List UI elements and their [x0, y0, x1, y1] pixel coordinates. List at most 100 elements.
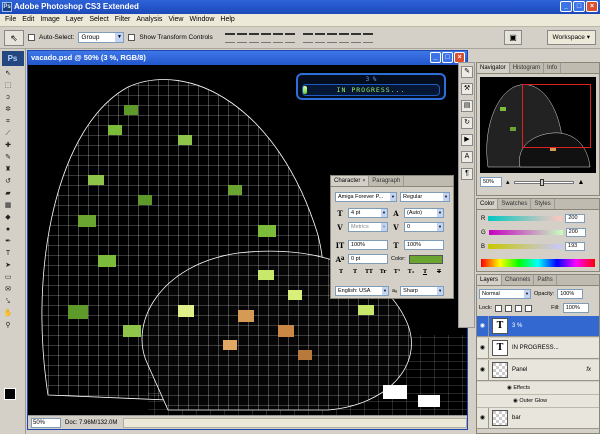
kerning-select[interactable]: Metrics ▼ — [348, 222, 388, 232]
pen-tool-icon[interactable]: ✒ — [2, 237, 14, 247]
menu-filter[interactable]: Filter — [112, 14, 134, 26]
zoom-field[interactable]: 50% — [31, 417, 61, 428]
tab-styles[interactable]: Styles — [531, 199, 555, 209]
fx-icon[interactable]: fx — [586, 367, 591, 373]
navigator-zoom-knob[interactable] — [539, 178, 544, 186]
move-tool-icon[interactable]: ⇖ — [2, 69, 14, 79]
layer-row-bar[interactable]: ◉ bar — [477, 408, 599, 429]
tab-histogram[interactable]: Histogram — [510, 63, 545, 73]
eye-icon[interactable]: ◉ — [477, 316, 489, 336]
close-button[interactable]: × — [586, 1, 598, 12]
underline-button[interactable]: T — [419, 268, 431, 277]
lock-position-icon[interactable] — [515, 304, 523, 312]
minimize-button[interactable]: _ — [560, 1, 572, 12]
small-caps-button[interactable]: Tr — [377, 268, 389, 277]
faux-italic-button[interactable]: T — [349, 268, 361, 277]
green-value-field[interactable]: 200 — [565, 228, 586, 237]
baseline-shift-field[interactable]: 0 pt — [348, 254, 388, 264]
lock-image-icon[interactable] — [505, 304, 513, 312]
magic-wand-tool-icon[interactable]: ✲ — [2, 105, 14, 115]
lock-transparency-icon[interactable] — [495, 304, 503, 312]
zoom-tool-icon[interactable]: ⚲ — [2, 321, 14, 331]
marquee-tool-icon[interactable]: ⬚ — [2, 81, 14, 91]
align-hcenter-icon[interactable] — [272, 32, 283, 43]
zoom-out-icon[interactable]: ▴ — [506, 178, 510, 186]
align-top-icon[interactable] — [224, 32, 235, 43]
menu-image[interactable]: Image — [37, 14, 62, 26]
layer-effects-row[interactable]: ◉ Effects — [477, 382, 599, 395]
navigator-thumbnail[interactable] — [480, 77, 596, 173]
doc-maximize-button[interactable]: □ — [442, 52, 453, 63]
red-slider[interactable] — [488, 216, 563, 221]
actions-icon[interactable]: ▶ — [461, 134, 473, 146]
eye-icon[interactable]: ◉ — [477, 338, 489, 358]
align-right-icon[interactable] — [284, 32, 295, 43]
lock-all-icon[interactable] — [525, 304, 533, 312]
font-style-select[interactable]: Regular ▼ — [400, 192, 450, 202]
blur-tool-icon[interactable]: ◆ — [2, 213, 14, 223]
fill-field[interactable]: 100% — [562, 303, 589, 313]
all-caps-button[interactable]: TT — [363, 268, 375, 277]
layer-row-in-progress[interactable]: ◉ T IN PROGRESS... — [477, 338, 599, 359]
tab-channels[interactable]: Channels — [502, 275, 535, 285]
layer-row-3-percent[interactable]: ◉ T 3 % — [477, 316, 599, 337]
navigator-view-box[interactable] — [522, 84, 591, 148]
notes-tool-icon[interactable]: ✉ — [2, 285, 14, 295]
layer-row-panel[interactable]: ◉ Panel fx — [477, 360, 599, 381]
slice-tool-icon[interactable]: ⟋ — [2, 129, 14, 139]
antialias-select[interactable]: Sharp ▼ — [400, 286, 445, 296]
tab-color[interactable]: Color — [477, 199, 499, 209]
layer-comps-icon[interactable]: ▤ — [461, 100, 473, 112]
eraser-tool-icon[interactable]: ▰ — [2, 189, 14, 199]
close-icon[interactable]: × — [362, 178, 365, 184]
text-color-swatch[interactable] — [408, 254, 443, 264]
tracking-select[interactable]: 0 ▼ — [404, 222, 444, 232]
horizontal-scrollbar[interactable] — [123, 417, 467, 428]
strikethrough-button[interactable]: T — [433, 268, 445, 277]
faux-bold-button[interactable]: T — [335, 268, 347, 277]
tool-presets-icon[interactable]: ⚒ — [461, 83, 473, 95]
blend-mode-select[interactable]: Normal ▼ — [479, 289, 531, 299]
character-icon[interactable]: A — [461, 151, 473, 163]
tab-character[interactable]: Character × — [331, 176, 370, 186]
navigator-zoom-slider[interactable] — [513, 178, 574, 186]
subscript-button[interactable]: T₁ — [405, 268, 417, 277]
eye-icon[interactable]: ◉ — [477, 360, 489, 380]
tab-swatches[interactable]: Swatches — [498, 199, 532, 209]
red-value-field[interactable]: 200 — [565, 214, 586, 223]
path-selection-tool-icon[interactable]: ➤ — [2, 261, 14, 271]
align-bottom-icon[interactable] — [248, 32, 259, 43]
tab-layers[interactable]: Layers — [477, 275, 503, 285]
tab-paragraph[interactable]: Paragraph — [369, 176, 405, 186]
eyedropper-tool-icon[interactable]: ⤥ — [2, 297, 14, 307]
superscript-button[interactable]: T¹ — [391, 268, 403, 277]
crop-tool-icon[interactable]: ⌗ — [2, 117, 14, 127]
brush-tool-icon[interactable]: ✎ — [2, 153, 14, 163]
history-brush-tool-icon[interactable]: ↺ — [2, 177, 14, 187]
opacity-field[interactable]: 100% — [557, 289, 584, 299]
hand-tool-icon[interactable]: ✋ — [2, 309, 14, 319]
menu-file[interactable]: File — [2, 14, 19, 26]
outer-glow-row[interactable]: ◉ Outer Glow — [477, 395, 599, 408]
distribute-right-icon[interactable] — [362, 32, 373, 43]
shape-tool-icon[interactable]: ▭ — [2, 273, 14, 283]
paragraph-icon[interactable]: ¶ — [461, 168, 473, 180]
lasso-tool-icon[interactable]: ↄ — [2, 93, 14, 103]
align-left-icon[interactable] — [260, 32, 271, 43]
align-vcenter-icon[interactable] — [236, 32, 247, 43]
blue-slider[interactable] — [488, 244, 563, 249]
history-icon[interactable]: ↻ — [461, 117, 473, 129]
foreground-color-swatch[interactable] — [4, 388, 16, 400]
auto-select-dropdown[interactable]: Group ▼ — [78, 32, 125, 43]
move-tool-preset-icon[interactable]: ⇖ — [4, 29, 24, 46]
menu-view[interactable]: View — [165, 14, 186, 26]
bridge-icon[interactable]: ▣ — [504, 30, 522, 45]
show-transform-checkbox[interactable] — [128, 34, 136, 41]
gradient-tool-icon[interactable]: ▦ — [2, 201, 14, 211]
tab-paths[interactable]: Paths — [534, 275, 557, 285]
vertical-scale-field[interactable]: 100% — [348, 240, 388, 250]
distribute-vcenter-icon[interactable] — [314, 32, 325, 43]
doc-minimize-button[interactable]: _ — [430, 52, 441, 63]
menu-help[interactable]: Help — [217, 14, 237, 26]
type-tool-icon[interactable]: T — [2, 249, 14, 259]
